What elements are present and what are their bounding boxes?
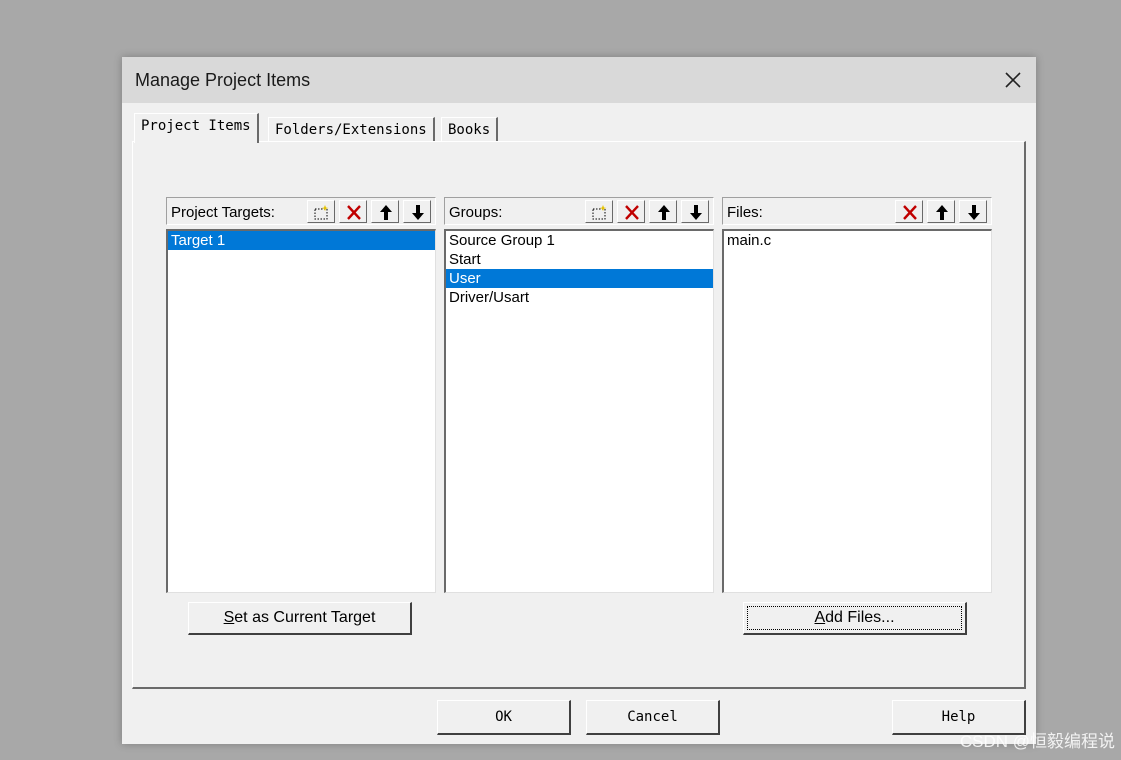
move-target-down-button[interactable] xyxy=(403,200,431,223)
list-item[interactable]: Source Group 1 xyxy=(446,231,713,250)
move-group-up-button[interactable] xyxy=(649,200,677,223)
delete-group-button[interactable] xyxy=(617,200,645,223)
move-target-up-button[interactable] xyxy=(371,200,399,223)
targets-header: Project Targets: xyxy=(166,197,436,225)
new-item-icon xyxy=(592,205,607,220)
move-down-icon xyxy=(690,205,702,220)
files-list[interactable]: main.c xyxy=(722,229,992,593)
set-current-target-button[interactable]: Set as Current Target xyxy=(188,602,412,635)
files-label: Files: xyxy=(727,204,763,221)
button-label: et as Current Target xyxy=(234,609,376,626)
groups-label: Groups: xyxy=(449,204,503,221)
focus-rect xyxy=(747,606,962,630)
list-item[interactable]: Target 1 xyxy=(168,231,435,250)
delete-icon xyxy=(903,205,917,220)
close-button[interactable] xyxy=(998,65,1028,95)
button-label: OK xyxy=(495,709,512,725)
move-group-down-button[interactable] xyxy=(681,200,709,223)
button-label: Help xyxy=(941,709,976,725)
title-bar: Manage Project Items xyxy=(122,57,1036,103)
move-file-up-button[interactable] xyxy=(927,200,955,223)
delete-icon xyxy=(625,205,639,220)
move-up-icon xyxy=(658,205,670,220)
new-item-icon xyxy=(314,205,329,220)
targets-list[interactable]: Target 1 xyxy=(166,229,436,593)
delete-icon xyxy=(347,205,361,220)
button-accelerator: S xyxy=(223,609,235,626)
cancel-button[interactable]: Cancel xyxy=(586,700,720,735)
ok-button[interactable]: OK xyxy=(437,700,571,735)
close-icon xyxy=(1005,72,1021,88)
move-down-icon xyxy=(412,205,424,220)
tab-books[interactable]: Books xyxy=(441,117,499,143)
move-down-icon xyxy=(968,205,980,220)
move-file-down-button[interactable] xyxy=(959,200,987,223)
move-up-icon xyxy=(380,205,392,220)
tab-label: Folders/Extensions xyxy=(275,122,427,138)
delete-file-button[interactable] xyxy=(895,200,923,223)
watermark: CSDN @恒毅编程说 xyxy=(959,732,1115,751)
files-header: Files: xyxy=(722,197,992,225)
button-label: Cancel xyxy=(627,709,678,725)
move-up-icon xyxy=(936,205,948,220)
manage-project-items-dialog: Manage Project Items Project Items Folde… xyxy=(122,57,1036,744)
list-item[interactable]: Start xyxy=(446,250,713,269)
tab-label: Project Items xyxy=(141,118,251,134)
targets-label: Project Targets: xyxy=(171,204,275,221)
groups-list[interactable]: Source Group 1 Start User Driver/Usart xyxy=(444,229,714,593)
list-item[interactable]: Driver/Usart xyxy=(446,288,713,307)
list-item[interactable]: User xyxy=(446,269,713,288)
new-target-button[interactable] xyxy=(307,200,335,223)
new-group-button[interactable] xyxy=(585,200,613,223)
tab-project-items[interactable]: Project Items xyxy=(134,113,259,143)
tab-folders-extensions[interactable]: Folders/Extensions xyxy=(268,117,435,143)
groups-header: Groups: xyxy=(444,197,714,225)
delete-target-button[interactable] xyxy=(339,200,367,223)
add-files-button[interactable]: Add Files... xyxy=(743,602,967,635)
dialog-title: Manage Project Items xyxy=(135,70,311,90)
list-item[interactable]: main.c xyxy=(724,231,991,250)
tab-label: Books xyxy=(448,122,491,138)
